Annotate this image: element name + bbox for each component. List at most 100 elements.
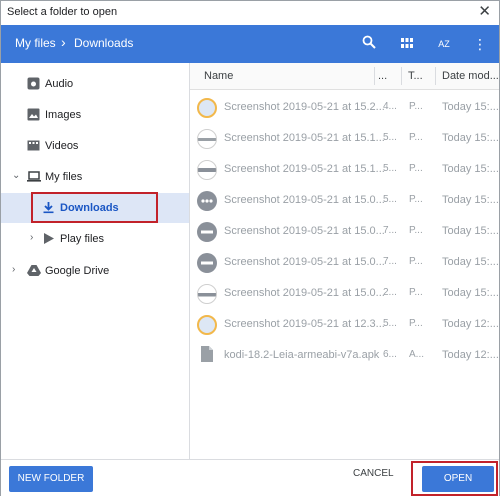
file-name: Screenshot 2019-05-21 at 15.1... bbox=[224, 132, 385, 144]
file-row[interactable]: Screenshot 2019-05-21 at 15.0... 7... P.… bbox=[190, 247, 499, 278]
cancel-button[interactable]: CANCEL bbox=[353, 468, 394, 479]
images-icon bbox=[27, 108, 41, 122]
file-size: 2... bbox=[383, 287, 397, 298]
image-thumbnail bbox=[197, 253, 217, 273]
file-type: P... bbox=[409, 101, 423, 112]
file-date: Today 15:... bbox=[442, 194, 499, 206]
sidebar-item-images[interactable]: Images bbox=[1, 100, 189, 130]
file-row[interactable]: Screenshot 2019-05-21 at 15.0... 5... P.… bbox=[190, 185, 499, 216]
file-type: P... bbox=[409, 194, 423, 205]
column-divider[interactable] bbox=[435, 67, 436, 85]
file-list: Name ... T... Date mod... Screenshot 201… bbox=[190, 63, 499, 459]
chevron-down-icon[interactable]: ⌄ bbox=[12, 170, 20, 181]
grid-view-icon[interactable] bbox=[398, 35, 416, 53]
title-bar: Select a folder to open ✕ bbox=[1, 1, 499, 23]
file-size: 7... bbox=[383, 225, 397, 236]
file-size: 5... bbox=[383, 132, 397, 143]
file-type: P... bbox=[409, 163, 423, 174]
new-folder-button[interactable]: NEW FOLDER bbox=[9, 466, 93, 492]
image-thumbnail bbox=[197, 315, 217, 335]
file-date: Today 15:... bbox=[442, 256, 499, 268]
downloads-highlight-box bbox=[31, 192, 158, 223]
drive-icon bbox=[27, 264, 41, 278]
file-name: Screenshot 2019-05-21 at 15.2... bbox=[224, 101, 385, 113]
sidebar: Audio Images Videos ⌄ My files Downloads… bbox=[1, 63, 190, 459]
file-name: kodi-18.2-Leia-armeabi-v7a.apk bbox=[224, 349, 380, 361]
file-name: Screenshot 2019-05-21 at 12.3... bbox=[224, 318, 385, 330]
file-name: Screenshot 2019-05-21 at 15.1... bbox=[224, 163, 385, 175]
file-row[interactable]: kodi-18.2-Leia-armeabi-v7a.apk 6... A...… bbox=[190, 340, 499, 371]
videos-icon bbox=[27, 139, 41, 153]
column-header-date[interactable]: Date mod... bbox=[442, 70, 499, 82]
search-icon[interactable] bbox=[360, 35, 378, 53]
file-date: Today 15:... bbox=[442, 225, 499, 237]
file-size: 5... bbox=[383, 194, 397, 205]
sidebar-item-label: My files bbox=[45, 171, 83, 183]
sidebar-item-my-files[interactable]: ⌄ My files bbox=[1, 162, 189, 192]
toolbar: My files › Downloads AZ ⋮ bbox=[1, 25, 499, 63]
close-icon[interactable]: ✕ bbox=[478, 3, 491, 21]
file-date: Today 12:... bbox=[442, 349, 499, 361]
file-size: 7... bbox=[383, 256, 397, 267]
chevron-right-icon[interactable]: › bbox=[12, 264, 15, 275]
image-thumbnail bbox=[197, 222, 217, 242]
breadcrumb-separator: › bbox=[61, 34, 66, 50]
file-list-header: Name ... T... Date mod... bbox=[190, 63, 499, 90]
file-row[interactable]: Screenshot 2019-05-21 at 15.0... 7... P.… bbox=[190, 216, 499, 247]
dialog-title: Select a folder to open bbox=[7, 6, 118, 18]
sidebar-item-label: Play files bbox=[60, 233, 105, 245]
sidebar-item-play-files[interactable]: › Play files bbox=[1, 224, 189, 254]
file-row[interactable]: Screenshot 2019-05-21 at 15.1... 5... P.… bbox=[190, 154, 499, 185]
column-header-size[interactable]: ... bbox=[378, 70, 387, 82]
column-header-name[interactable]: Name bbox=[204, 70, 233, 82]
file-row[interactable]: Screenshot 2019-05-21 at 12.3... 5... P.… bbox=[190, 309, 499, 340]
sidebar-item-google-drive[interactable]: › Google Drive bbox=[1, 256, 189, 286]
file-row[interactable]: Screenshot 2019-05-21 at 15.0... 2... P.… bbox=[190, 278, 499, 309]
column-header-type[interactable]: T... bbox=[408, 70, 423, 82]
image-thumbnail bbox=[197, 191, 217, 211]
sidebar-item-label: Images bbox=[45, 109, 82, 121]
dialog-window: Select a folder to open ✕ My files › Dow… bbox=[0, 0, 500, 496]
file-row[interactable]: Screenshot 2019-05-21 at 15.1... 5... P.… bbox=[190, 123, 499, 154]
audio-icon bbox=[27, 77, 41, 91]
image-thumbnail bbox=[197, 98, 217, 118]
file-size: 5... bbox=[383, 318, 397, 329]
play-icon bbox=[42, 232, 56, 246]
file-date: Today 12:... bbox=[442, 318, 499, 330]
column-divider[interactable] bbox=[374, 67, 375, 85]
image-thumbnail bbox=[197, 129, 217, 149]
file-type: P... bbox=[409, 225, 423, 236]
file-type: A... bbox=[409, 349, 425, 360]
more-options-icon[interactable]: ⋮ bbox=[471, 35, 489, 53]
file-size: 4... bbox=[383, 101, 397, 112]
breadcrumb-my-files[interactable]: My files bbox=[15, 36, 56, 50]
file-date: Today 15:... bbox=[442, 163, 499, 175]
chevron-right-icon[interactable]: › bbox=[30, 232, 33, 243]
file-date: Today 15:... bbox=[442, 287, 499, 299]
file-date: Today 15:... bbox=[442, 132, 499, 144]
sidebar-item-audio[interactable]: Audio bbox=[1, 69, 189, 99]
file-name: Screenshot 2019-05-21 at 15.0... bbox=[224, 287, 385, 299]
file-size: 5... bbox=[383, 163, 397, 174]
sidebar-item-videos[interactable]: Videos bbox=[1, 131, 189, 161]
file-name: Screenshot 2019-05-21 at 15.0... bbox=[224, 256, 385, 268]
sort-icon[interactable]: AZ bbox=[435, 35, 453, 53]
laptop-icon bbox=[27, 170, 41, 184]
file-icon bbox=[201, 346, 215, 364]
sidebar-item-label: Videos bbox=[45, 140, 79, 152]
file-name: Screenshot 2019-05-21 at 15.0... bbox=[224, 194, 385, 206]
file-row[interactable]: Screenshot 2019-05-21 at 15.2... 4... P.… bbox=[190, 92, 499, 123]
image-thumbnail bbox=[197, 284, 217, 304]
file-date: Today 15:... bbox=[442, 101, 499, 113]
file-size: 6... bbox=[383, 349, 397, 360]
file-type: P... bbox=[409, 132, 423, 143]
sidebar-item-label: Audio bbox=[45, 78, 74, 90]
column-divider[interactable] bbox=[401, 67, 402, 85]
file-name: Screenshot 2019-05-21 at 15.0... bbox=[224, 225, 385, 237]
file-type: P... bbox=[409, 318, 423, 329]
open-highlight-box bbox=[411, 461, 498, 496]
file-type: P... bbox=[409, 287, 423, 298]
sidebar-item-label: Google Drive bbox=[45, 265, 110, 277]
file-type: P... bbox=[409, 256, 423, 267]
breadcrumb-downloads[interactable]: Downloads bbox=[74, 36, 133, 50]
